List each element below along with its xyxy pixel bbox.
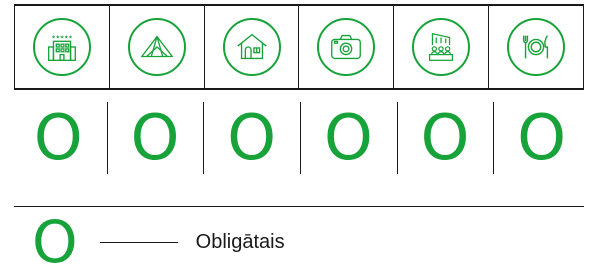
conference-icon (412, 18, 471, 76)
legend-divider (14, 206, 584, 207)
mandatory-mark: O (33, 101, 83, 174)
category-cell-guesthouse (205, 6, 300, 88)
legend-connector-line (99, 241, 178, 243)
mandatory-mark: O (323, 101, 373, 174)
legend-symbol: O (32, 208, 78, 276)
category-cell-conference (394, 6, 490, 88)
mandatory-mark: O (420, 101, 470, 174)
category-cell-tourism (299, 6, 395, 88)
mark-cell: O (396, 98, 494, 178)
legend: O Obligātais (32, 208, 285, 276)
mark-cell: O (493, 98, 590, 178)
requirement-mark-row: O O O O O O (10, 98, 590, 178)
mark-cell: O (106, 98, 204, 178)
hotel-icon: ★★★★★ (32, 18, 91, 76)
svg-text:★★★★★: ★★★★★ (51, 34, 72, 40)
category-icon-row: ★★★★★ (14, 4, 584, 90)
mark-cell: O (203, 98, 300, 178)
mark-cell: O (10, 98, 107, 178)
tent-icon (127, 18, 186, 76)
legend-label: Obligātais (195, 230, 285, 253)
category-cell-hotel: ★★★★★ (14, 6, 110, 88)
category-cell-camping (110, 6, 205, 88)
dining-icon (507, 18, 566, 76)
category-cell-dining (489, 6, 584, 88)
mandatory-mark: O (517, 101, 567, 174)
mark-cell: O (300, 98, 397, 178)
mandatory-mark: O (130, 101, 180, 174)
house-icon (222, 18, 281, 76)
camera-icon (317, 18, 376, 76)
mandatory-mark: O (227, 101, 277, 174)
